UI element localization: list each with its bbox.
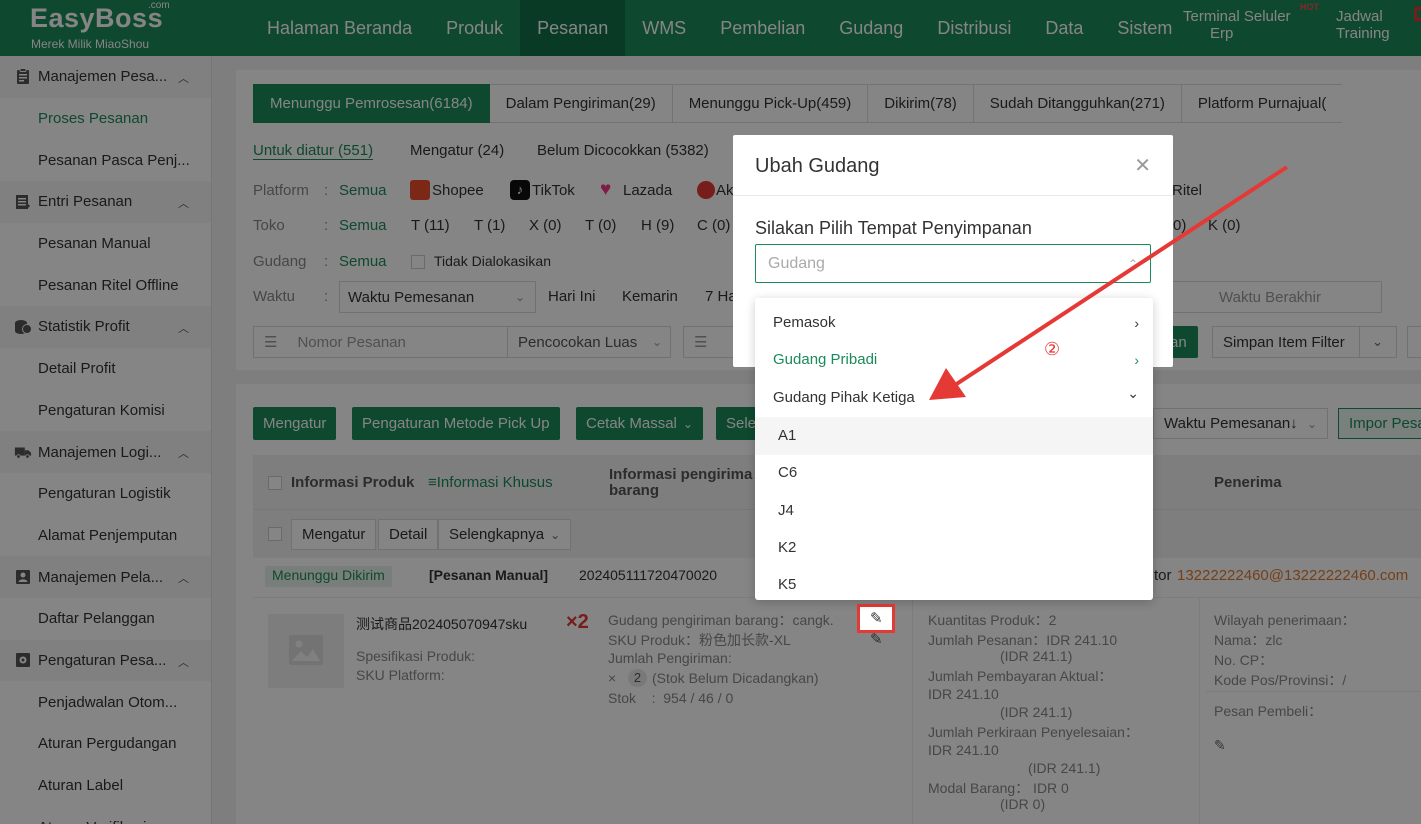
- annotation-arrow: [929, 165, 1289, 400]
